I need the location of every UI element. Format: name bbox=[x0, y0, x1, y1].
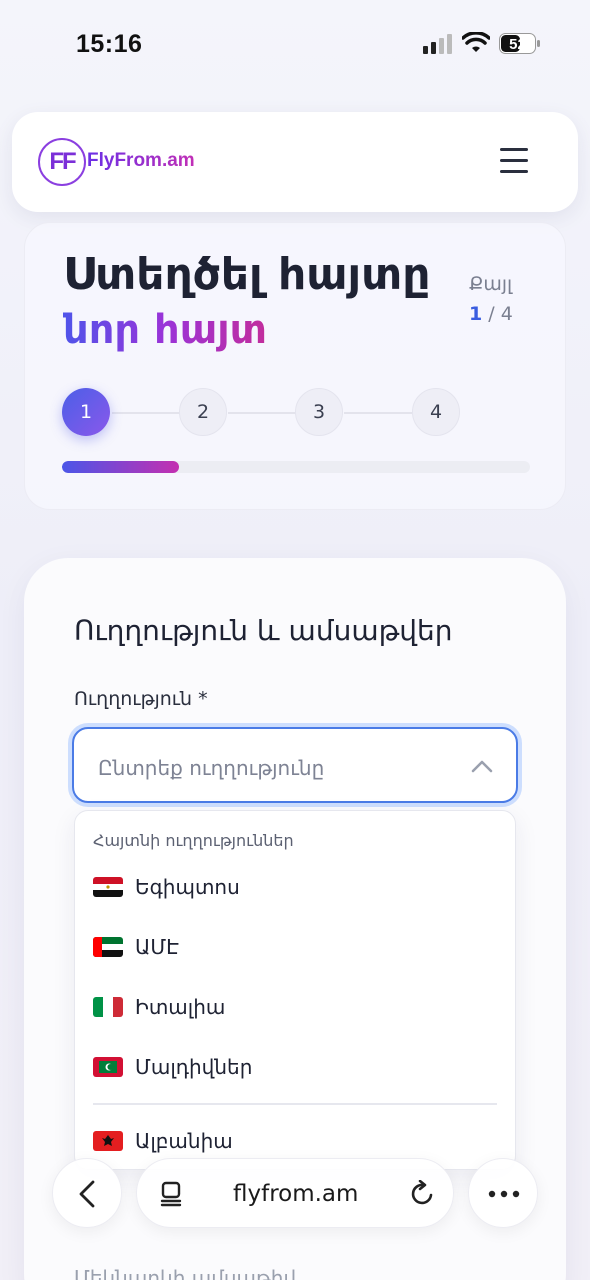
page-title: Ստեղծել հայտը bbox=[63, 249, 431, 300]
maldives-flag-icon bbox=[93, 1057, 123, 1077]
dropdown-item-label: Ալբանիա bbox=[135, 1129, 233, 1153]
page-subtitle: նոր հայտ bbox=[63, 307, 267, 353]
egypt-flag-icon bbox=[93, 877, 123, 897]
stepper: 1 2 3 4 bbox=[62, 388, 462, 438]
hamburger-icon[interactable] bbox=[500, 148, 534, 176]
step-2[interactable]: 2 bbox=[179, 388, 227, 436]
dropdown-item-egypt[interactable]: Եգիպտոս bbox=[75, 859, 515, 915]
cellular-signal-icon bbox=[423, 34, 452, 54]
progress-bar-fill bbox=[62, 461, 179, 473]
direction-label: Ուղղություն * bbox=[74, 688, 208, 710]
logo-badge[interactable]: FF bbox=[38, 138, 86, 186]
url-text: flyfrom.am bbox=[233, 1181, 359, 1207]
dropdown-item-italy[interactable]: Իտալիա bbox=[75, 979, 515, 1035]
direction-dropdown: Հայտնի ուղղություններ Եգիպտոս ԱՄԷ Իտալիա bbox=[74, 810, 516, 1170]
step-label: Քայլ bbox=[469, 273, 513, 295]
dropdown-item-label: Իտալիա bbox=[135, 995, 226, 1019]
site-header: FF FlyFrom.am bbox=[12, 112, 578, 212]
progress-bar bbox=[62, 461, 530, 473]
dropdown-item-label: Մալդիվներ bbox=[135, 1055, 253, 1079]
status-bar: 15:16 52 bbox=[0, 0, 590, 90]
step-counter: 1 / 4 bbox=[469, 303, 513, 325]
direction-select[interactable]: Ընտրեք ուղղությունը bbox=[72, 727, 518, 803]
logo-text[interactable]: FlyFrom.am bbox=[87, 150, 195, 172]
status-time: 15:16 bbox=[76, 30, 143, 58]
step-1[interactable]: 1 bbox=[62, 388, 110, 436]
dropdown-item-maldives[interactable]: Մալդիվներ bbox=[75, 1039, 515, 1095]
dropdown-divider bbox=[93, 1103, 497, 1105]
dropdown-item-label: Եգիպտոս bbox=[135, 875, 240, 899]
more-dots-icon bbox=[488, 1190, 520, 1198]
reload-icon[interactable] bbox=[409, 1180, 437, 1208]
dropdown-item-label: ԱՄԷ bbox=[135, 935, 179, 959]
step-3[interactable]: 3 bbox=[295, 388, 343, 436]
chevron-left-icon bbox=[79, 1180, 95, 1208]
browser-more-button[interactable] bbox=[468, 1158, 538, 1228]
step-4[interactable]: 4 bbox=[412, 388, 460, 436]
section-title: Ուղղություն և ամսաթվեր bbox=[74, 614, 453, 647]
tabs-icon[interactable] bbox=[159, 1180, 185, 1208]
browser-url-bar[interactable]: flyfrom.am bbox=[136, 1158, 454, 1228]
battery-icon: 52 bbox=[499, 33, 540, 54]
dropdown-header: Հայտնի ուղղություններ bbox=[93, 831, 294, 850]
wifi-icon bbox=[462, 32, 490, 52]
browser-back-button[interactable] bbox=[52, 1158, 122, 1228]
uae-flag-icon bbox=[93, 937, 123, 957]
start-date-label: Մեկնարկի ամսաթիվ bbox=[74, 1266, 297, 1280]
albania-flag-icon bbox=[93, 1131, 123, 1151]
battery-level: 52 bbox=[509, 36, 526, 53]
current-step: 1 bbox=[469, 303, 483, 325]
dropdown-item-uae[interactable]: ԱՄԷ bbox=[75, 919, 515, 975]
progress-card: Ստեղծել հայտը նոր հայտ Քայլ 1 / 4 1 2 3 … bbox=[24, 222, 566, 510]
chevron-up-icon bbox=[471, 760, 493, 773]
italy-flag-icon bbox=[93, 997, 123, 1017]
total-steps: / 4 bbox=[488, 303, 513, 325]
direction-placeholder: Ընտրեք ուղղությունը bbox=[98, 756, 325, 780]
